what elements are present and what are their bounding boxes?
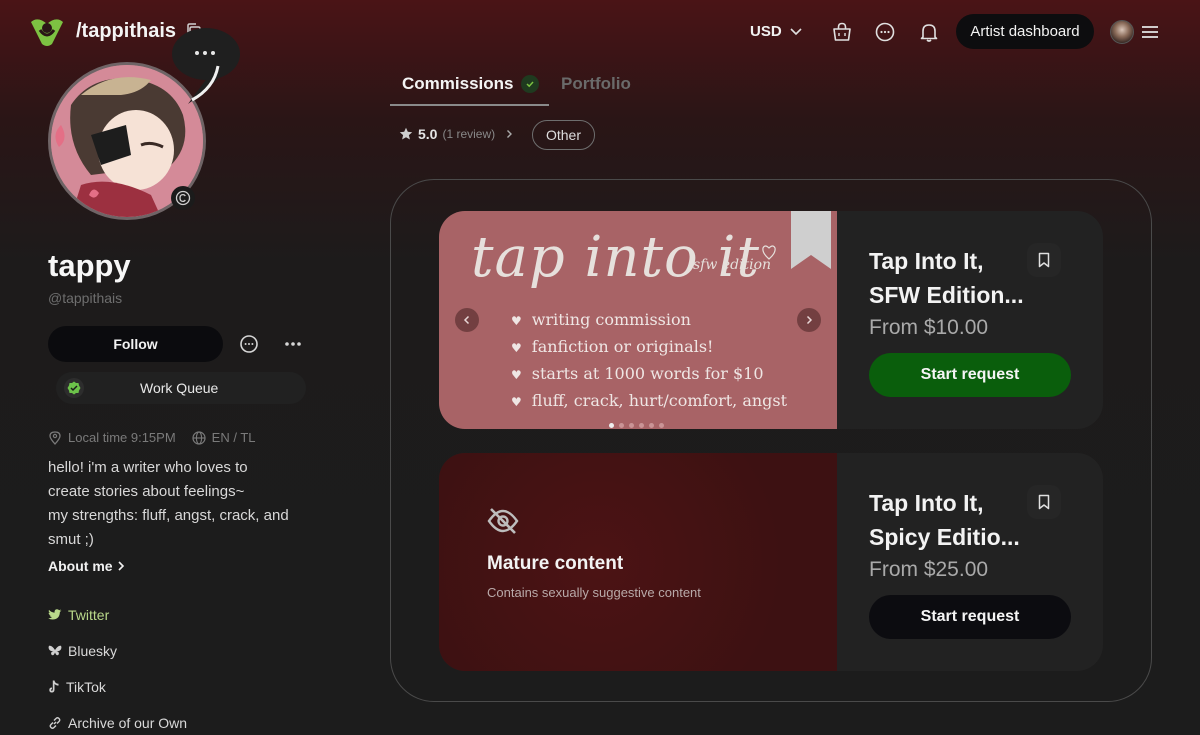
social-link-bluesky[interactable]: Bluesky bbox=[48, 643, 117, 659]
heart-doodle-icon bbox=[762, 245, 776, 260]
follow-button[interactable]: Follow bbox=[48, 326, 223, 362]
commission-title[interactable]: Tap Into It, SFW Edition... bbox=[869, 244, 1049, 312]
profile-bio: hello! i'm a writer who loves to create … bbox=[48, 456, 318, 552]
bookmark-icon bbox=[1038, 252, 1050, 268]
chevron-right-icon bbox=[507, 130, 513, 138]
social-link-twitter[interactable]: Twitter bbox=[48, 607, 109, 623]
twitter-bird-icon bbox=[48, 609, 62, 620]
start-request-button[interactable]: Start request bbox=[869, 353, 1071, 397]
art-feature-line: fanfiction or originals! bbox=[511, 334, 787, 361]
globe-icon bbox=[192, 430, 206, 445]
star-icon bbox=[399, 127, 413, 140]
bio-line: smut ;) bbox=[48, 531, 94, 548]
brand-logo-icon[interactable] bbox=[28, 14, 66, 48]
art-feature-line: writing commission bbox=[511, 307, 787, 334]
speech-bubble-icon[interactable] bbox=[170, 26, 240, 106]
social-label: Archive of our Own bbox=[68, 715, 188, 731]
art-subtitle-text: sfw edition bbox=[693, 257, 772, 273]
chevron-right-icon bbox=[806, 315, 813, 325]
currency-selector[interactable]: USD bbox=[750, 23, 802, 40]
carousel-dot[interactable] bbox=[659, 423, 664, 428]
carousel-dot[interactable] bbox=[639, 423, 644, 428]
about-me-link[interactable]: About me bbox=[48, 558, 125, 574]
commission-card[interactable]: Mature content Contains sexually suggest… bbox=[439, 453, 1103, 671]
eye-off-icon bbox=[487, 508, 519, 534]
art-feature-line: starts at 1000 words for $10 bbox=[511, 361, 787, 388]
butterfly-icon bbox=[48, 645, 62, 656]
bell-icon[interactable] bbox=[918, 21, 940, 43]
ribbon-tab-icon bbox=[791, 211, 831, 269]
currency-label: USD bbox=[750, 23, 782, 40]
carousel-prev-button[interactable] bbox=[455, 308, 479, 332]
active-tab-indicator bbox=[390, 104, 549, 106]
mature-content-title: Mature content bbox=[487, 553, 624, 574]
bio-line: create stories about feelings~ bbox=[48, 483, 245, 500]
bookmark-icon bbox=[1038, 494, 1050, 510]
filter-other-chip[interactable]: Other bbox=[532, 120, 595, 150]
carousel-dots bbox=[609, 423, 664, 428]
tiktok-icon bbox=[49, 680, 59, 693]
chevron-left-icon bbox=[463, 315, 470, 325]
commission-price: From $25.00 bbox=[869, 558, 989, 581]
chevron-down-icon bbox=[790, 27, 802, 35]
commission-title-line: Tap Into It, bbox=[869, 490, 984, 516]
art-feature-line: fluff, crack, hurt/comfort, angst bbox=[511, 388, 787, 415]
commission-image-carousel[interactable]: tap into it sfw edition writing commissi… bbox=[439, 211, 837, 429]
work-queue-button[interactable]: Work Queue bbox=[56, 372, 306, 404]
more-options-icon[interactable] bbox=[282, 334, 304, 354]
social-label: Bluesky bbox=[68, 643, 118, 659]
link-icon bbox=[49, 717, 61, 729]
copyright-icon bbox=[175, 190, 191, 206]
bio-line: hello! i'm a writer who loves to bbox=[48, 459, 248, 476]
copyright-badge bbox=[171, 186, 195, 210]
message-icon[interactable] bbox=[238, 333, 260, 355]
social-label: TikTok bbox=[66, 679, 106, 695]
tab-commissions[interactable]: Commissions bbox=[402, 74, 540, 94]
carousel-dot[interactable] bbox=[609, 423, 614, 428]
mature-content-subtitle: Contains sexually suggestive content bbox=[487, 585, 701, 600]
local-time: Local time 9:15PM bbox=[68, 430, 176, 445]
carousel-dot[interactable] bbox=[629, 423, 634, 428]
artist-dashboard-button[interactable]: Artist dashboard bbox=[956, 14, 1094, 49]
tab-portfolio[interactable]: Portfolio bbox=[561, 74, 631, 94]
mature-content-cover[interactable]: Mature content Contains sexually suggest… bbox=[439, 453, 837, 671]
profile-url-handle: /tappithais bbox=[76, 20, 177, 42]
commission-title[interactable]: Tap Into It, Spicy Editio... bbox=[869, 486, 1049, 554]
shopping-bag-icon[interactable] bbox=[831, 21, 853, 43]
art-feature-list: writing commission fanfiction or origina… bbox=[511, 307, 787, 415]
carousel-next-button[interactable] bbox=[797, 308, 821, 332]
commission-card[interactable]: tap into it sfw edition writing commissi… bbox=[439, 211, 1103, 429]
user-avatar[interactable] bbox=[1110, 20, 1134, 44]
save-bookmark-button[interactable] bbox=[1027, 485, 1061, 519]
chevron-right-icon bbox=[117, 561, 124, 571]
social-label: Twitter bbox=[68, 607, 110, 623]
hamburger-menu-icon[interactable] bbox=[1141, 24, 1159, 40]
save-bookmark-button[interactable] bbox=[1027, 243, 1061, 277]
chat-icon[interactable] bbox=[874, 21, 896, 43]
commission-title-line: Spicy Editio... bbox=[869, 524, 1020, 550]
start-request-button[interactable]: Start request bbox=[869, 595, 1071, 639]
carousel-dot[interactable] bbox=[649, 423, 654, 428]
commission-title-line: SFW Edition... bbox=[869, 282, 1024, 308]
check-icon bbox=[521, 75, 540, 93]
bio-line: my strengths: fluff, angst, crack, and bbox=[48, 507, 289, 524]
social-link-ao3[interactable]: Archive of our Own bbox=[48, 715, 187, 731]
work-queue-label: Work Queue bbox=[140, 380, 219, 396]
carousel-dot[interactable] bbox=[619, 423, 624, 428]
profile-meta: Local time 9:15PM EN / TL bbox=[48, 430, 256, 445]
location-pin-icon bbox=[49, 430, 61, 445]
profile-name: tappy bbox=[48, 248, 131, 283]
social-link-tiktok[interactable]: TikTok bbox=[48, 679, 106, 695]
profile-at-handle: @tappithais bbox=[48, 290, 123, 306]
review-count: (1 review) bbox=[442, 127, 496, 141]
commission-price: From $10.00 bbox=[869, 316, 989, 339]
languages: EN / TL bbox=[211, 430, 256, 445]
rating-summary[interactable]: 5.0 (1 review) bbox=[399, 126, 513, 142]
verified-check-icon bbox=[64, 378, 84, 398]
tab-label: Commissions bbox=[402, 74, 514, 93]
rating-score: 5.0 bbox=[418, 126, 438, 142]
commission-title-line: Tap Into It, bbox=[869, 248, 984, 274]
about-me-label: About me bbox=[48, 558, 113, 574]
